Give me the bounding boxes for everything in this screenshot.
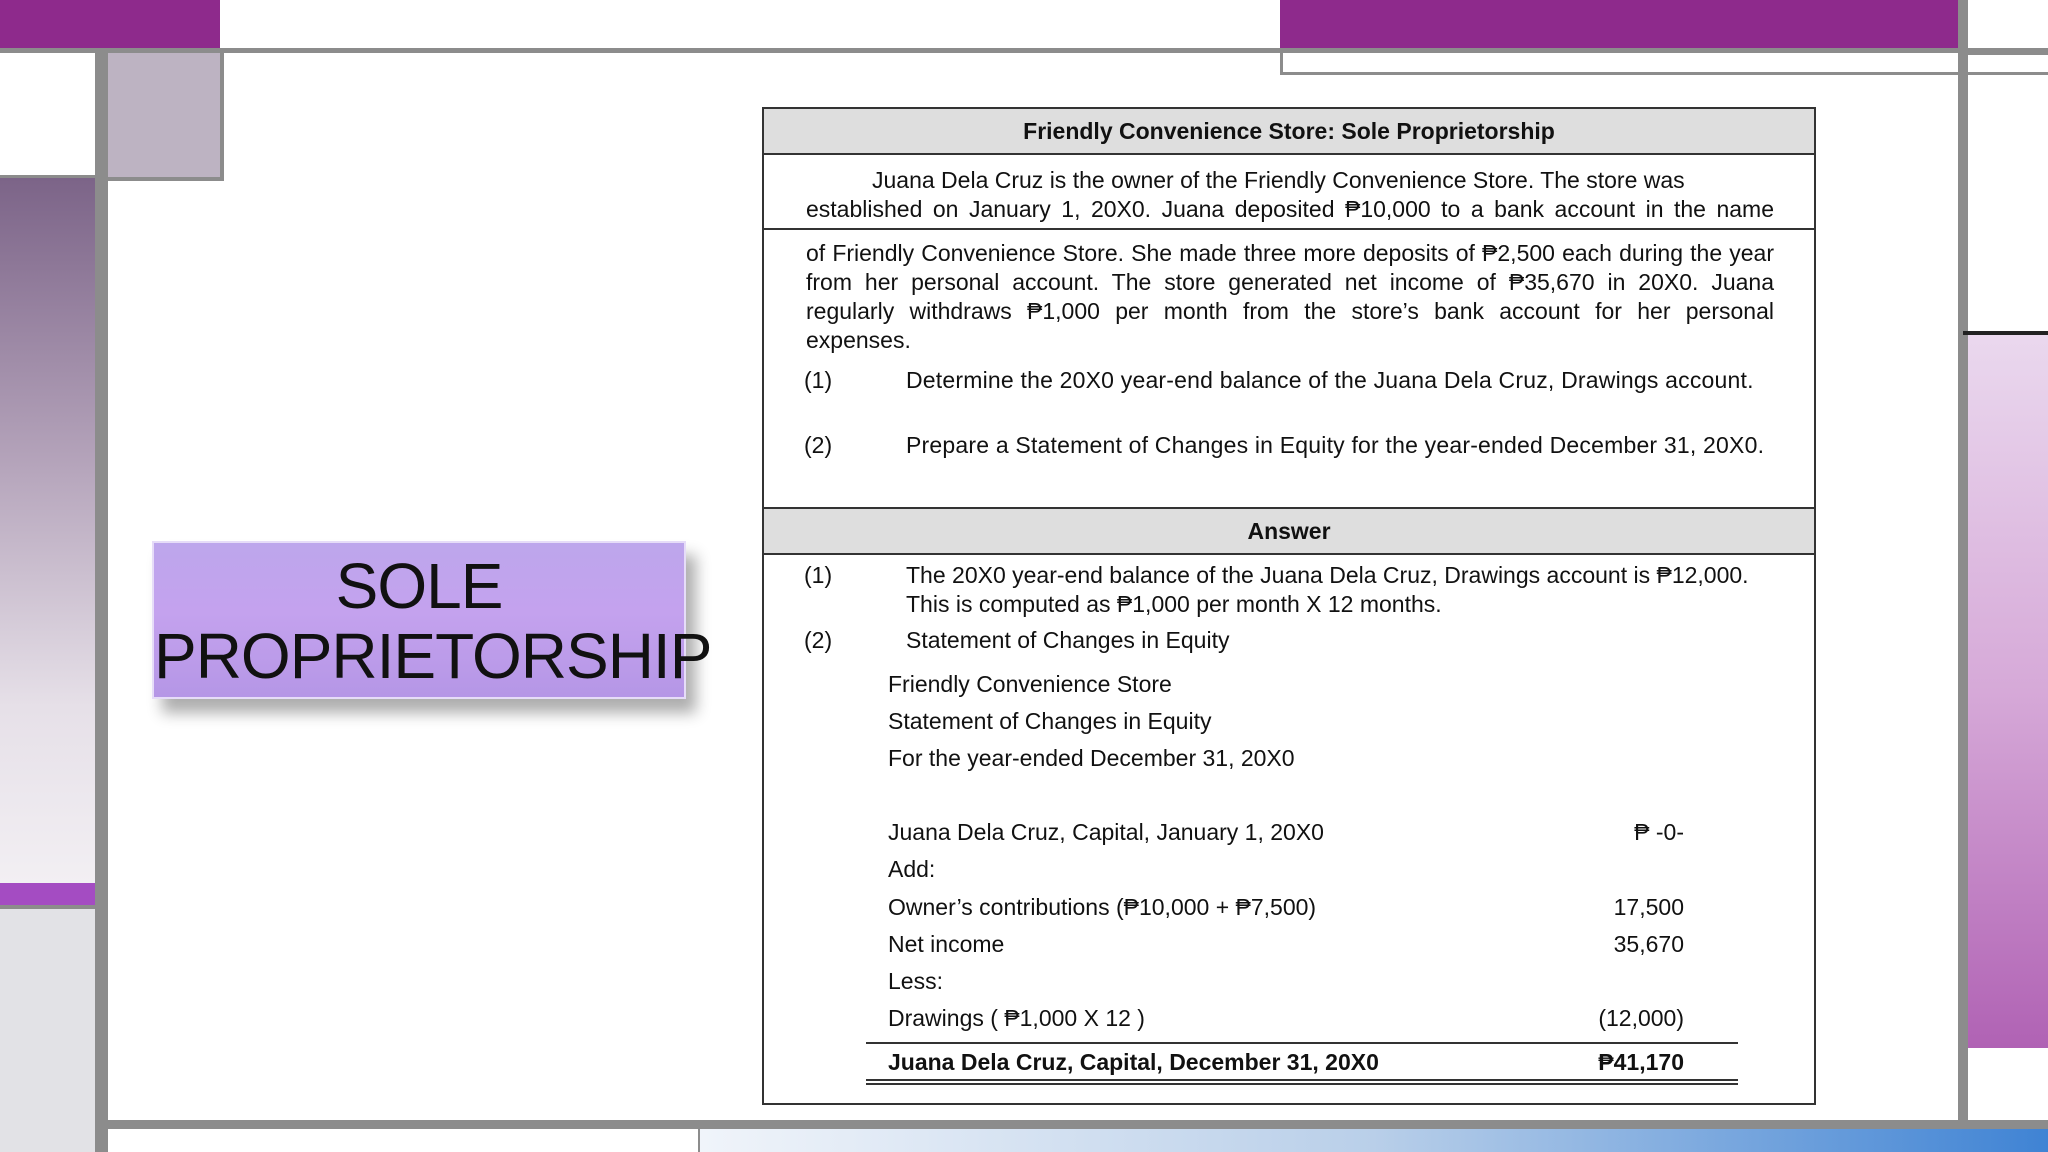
- intro-paragraph-rest: of Friendly Convenience Store. She made …: [806, 240, 1774, 353]
- statement-line-label: Owner’s contributions (₱10,000 + ₱7,500): [888, 894, 1317, 920]
- statement-line-amount: 17,500: [1613, 894, 1684, 920]
- right-gradient-panel: [1968, 335, 2048, 1048]
- slide-title-line2: PROPRIETORSHIP: [154, 620, 712, 692]
- statement-total-label: Juana Dela Cruz, Capital, December 31, 2…: [888, 1049, 1379, 1075]
- question-number: (1): [804, 367, 833, 393]
- answer-text: Statement of Changes in Equity: [906, 627, 1230, 653]
- question-number: (2): [804, 432, 833, 458]
- statement-title: Statement of Changes in Equity: [888, 708, 1212, 734]
- statement-line-label: Drawings ( ₱1,000 X 12 ): [888, 1005, 1145, 1031]
- left-gray-panel: [0, 909, 95, 1152]
- statement-line-amount: 35,670: [1613, 931, 1684, 957]
- right-vertical-frame: [1958, 0, 1968, 1125]
- answer-header: Answer: [764, 507, 1814, 555]
- answer-number: (1): [804, 562, 833, 588]
- statement-line-label: Add:: [888, 856, 936, 882]
- right-frame-line: [1968, 52, 2048, 55]
- problem-document: Friendly Convenience Store: Sole Proprie…: [762, 107, 1816, 1105]
- question-text: Prepare a Statement of Changes in Equity…: [906, 432, 1765, 458]
- intro-line-1: Juana Dela Cruz is the owner of the Frie…: [872, 167, 1685, 193]
- bottom-frame-line: [95, 1120, 2048, 1129]
- decorative-square-edge: [220, 53, 224, 181]
- slide-title: SOLE PROPRIETORSHIP: [154, 550, 712, 692]
- statement-total-amount: ₱41,170: [1598, 1049, 1684, 1075]
- total-top-rule: [866, 1042, 1738, 1044]
- top-right-frame-line: [1280, 72, 2048, 75]
- document-header: Friendly Convenience Store: Sole Proprie…: [764, 109, 1814, 155]
- total-double-rule: [866, 1083, 1738, 1085]
- left-vertical-frame: [95, 53, 108, 1152]
- question-text: Determine the 20X0 year-end balance of t…: [906, 367, 1754, 393]
- statement-line-label: Less:: [888, 968, 943, 994]
- decorative-gray-square: [108, 53, 220, 179]
- top-right-accent-bar: [1280, 0, 1958, 48]
- left-gradient-panel: [0, 178, 95, 883]
- statement-company: Friendly Convenience Store: [888, 671, 1172, 697]
- total-double-rule: [866, 1079, 1738, 1081]
- slide-title-box: SOLE PROPRIETORSHIP: [152, 541, 712, 699]
- top-frame-line: [0, 48, 2048, 53]
- decorative-square-edge: [108, 177, 224, 181]
- page-break-line: [764, 228, 1814, 230]
- answer-text: The 20X0 year-end balance of the Juana D…: [906, 562, 1749, 617]
- statement-line-label: Net income: [888, 931, 1005, 957]
- statement-line-label: Juana Dela Cruz, Capital, January 1, 20X…: [888, 819, 1324, 845]
- slide-title-line1: SOLE: [335, 550, 504, 622]
- left-purple-strip: [0, 883, 100, 905]
- bottom-blue-gradient: [700, 1129, 2048, 1152]
- statement-line-amount: (12,000): [1598, 1005, 1684, 1031]
- statement-line-amount: ₱ -0-: [1634, 819, 1684, 845]
- answer-number: (2): [804, 627, 833, 653]
- top-left-accent-bar: [0, 0, 220, 48]
- top-right-frame-connector: [1280, 48, 1283, 75]
- intro-line-2: established on January 1, 20X0. Juana de…: [806, 196, 1774, 222]
- statement-period: For the year-ended December 31, 20X0: [888, 745, 1295, 771]
